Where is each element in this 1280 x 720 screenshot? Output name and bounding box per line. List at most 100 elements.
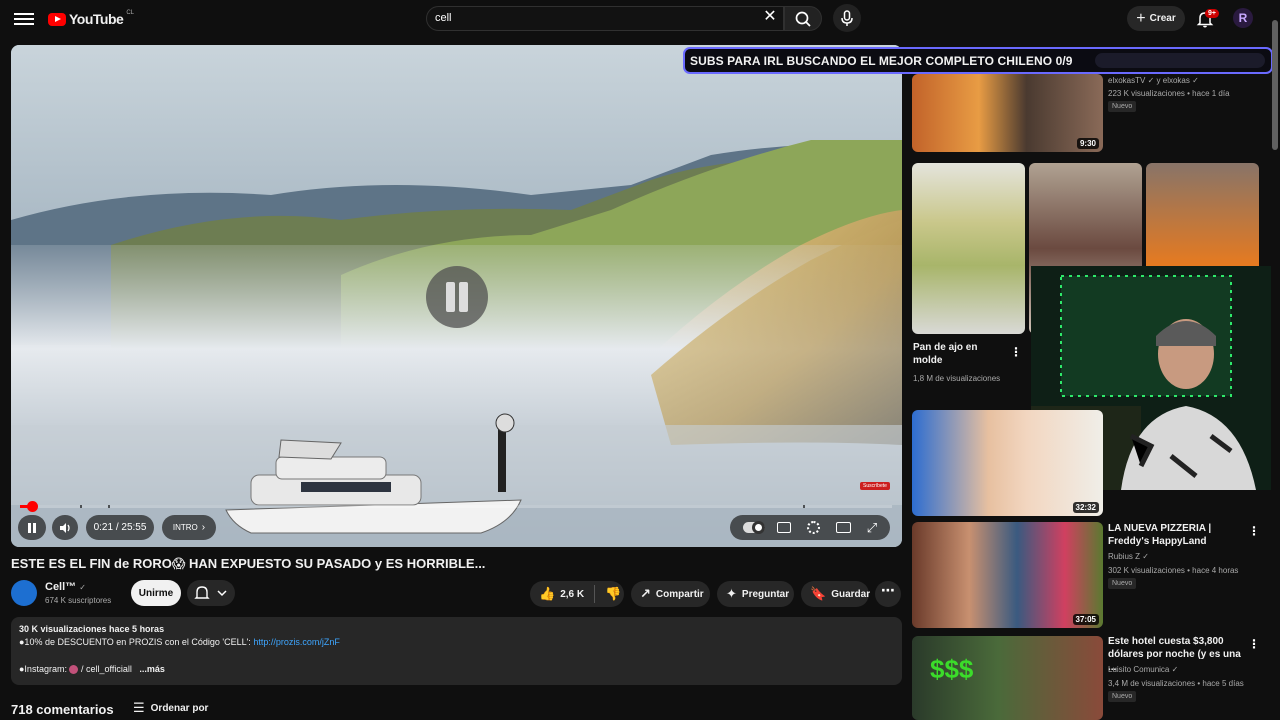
create-button[interactable]: + Crear [1127,6,1185,31]
ask-label: Preguntar [741,588,790,600]
description-box[interactable]: 30 K visualizaciones hace 5 horas ●10% d… [11,617,902,685]
sort-comments-button[interactable]: ☰ Ordenar por [133,700,208,716]
more-actions-button[interactable]: ⋯ [875,581,901,607]
time-text: 0:21 / 25:55 [93,522,147,533]
chevron-right-icon: › [201,522,206,533]
plus-icon: + [1136,9,1146,27]
page-scrollbar[interactable] [1272,20,1278,150]
pause-overlay-button[interactable] [426,266,488,328]
recommended-channel[interactable]: elxokasTV ✓ y elxokas ✓ [1108,74,1199,87]
chapter-marker [80,505,82,508]
create-label: Crear [1149,13,1176,24]
bookmark-icon: 🔖 [810,586,827,601]
view-stats: 30 K visualizaciones hace 5 horas [19,624,165,634]
comments-count: 718 comentarios [11,702,114,717]
instagram-handle[interactable]: / cell_officiall [81,664,132,674]
top-bar: YouTube CL ✕ + Crear 9+ R [0,0,1280,38]
thumbs-down-icon[interactable]: 👎 [605,586,621,602]
instagram-line: ●Instagram: / cell_officiall ...más [19,664,165,675]
recommended-channel[interactable]: Luisito Comunica ✓ [1108,663,1178,676]
share-label: Compartir [655,588,704,600]
recommended-title[interactable]: LA NUEVA PIZZERIA | Freddy's HappyLand [1108,522,1243,548]
search-box [426,6,784,31]
progress-knob[interactable] [26,501,38,512]
stream-subs-banner: SUBS PARA IRL BUSCANDO EL MEJOR COMPLETO… [683,47,1273,74]
recommended-thumbnail[interactable]: 37:05 [912,522,1103,628]
theater-mode-icon[interactable] [835,522,851,533]
channel-avatar[interactable] [11,580,37,606]
search-input[interactable] [435,12,735,24]
subscriber-count: 674 K suscriptores [45,596,112,605]
voice-search-button[interactable] [833,4,861,32]
save-button[interactable]: 🔖 Guardar [801,581,871,607]
more-vertical-icon[interactable]: ⋮ [1010,345,1022,359]
join-button[interactable]: Unirme [131,580,181,606]
like-count[interactable]: 2,6 K [560,589,584,600]
sort-icon: ☰ [133,700,145,715]
recommended-thumbnail[interactable]: $$$ [912,636,1103,720]
search-icon [795,11,811,27]
right-controls: ⤢ [730,515,890,540]
chapter-marker [108,505,110,508]
new-badge: Nuevo [1108,101,1137,112]
thumbnail-overlay-text: $$$ [930,654,974,684]
recommended-thumbnail[interactable]: 9:30 [912,74,1103,152]
new-badge: Nuevo [1108,578,1137,589]
time-display: 0:21 / 25:55 [86,515,154,540]
show-more-link[interactable]: ...más [139,664,165,674]
volume-button[interactable] [52,515,78,540]
search-button[interactable] [784,6,822,31]
chapter-button[interactable]: INTRO › [162,515,216,540]
subscribe-watermark[interactable]: Suscríbete [860,482,890,490]
recommended-channel[interactable]: Rubius Z ✓ [1108,550,1149,563]
ask-button[interactable]: ✦ Preguntar [717,581,794,607]
more-vertical-icon[interactable]: ⋮ [1248,524,1260,538]
share-icon: ↗ [640,586,651,601]
recommended-thumbnail[interactable]: 32:32 [912,410,1103,516]
thumbs-up-icon[interactable]: 👍 [539,586,555,602]
youtube-logo[interactable]: YouTube CL [48,10,134,27]
video-player[interactable]: Suscríbete 0:21 / 25:55 INTRO › ⤢ [11,45,902,547]
close-icon[interactable]: ✕ [763,9,777,25]
like-dislike-group: 👍 2,6 K 👎 [530,581,624,607]
settings-icon[interactable] [806,521,820,534]
share-button[interactable]: ↗ Compartir [631,581,710,607]
recommended-meta: 3,4 M de visualizaciones • hace 5 días [1108,679,1244,688]
volume-icon [60,522,70,533]
account-avatar[interactable]: R [1233,8,1253,28]
chapter-label: INTRO [172,523,198,532]
pause-button[interactable] [18,515,46,540]
logo-text: YouTube [69,11,124,27]
recommended-meta: 302 K visualizaciones • hace 4 horas [1108,566,1239,575]
short-thumbnail[interactable] [912,163,1025,334]
stream-goal-bar [1095,53,1265,68]
sort-label: Ordenar por [150,702,209,714]
sparkle-icon: ✦ [726,586,737,601]
video-title: ESTE ES EL FIN de RORO😱 HAN EXPUESTO SU … [11,556,486,571]
short-title[interactable]: Pan de ajo en molde [913,341,1003,367]
fullscreen-icon[interactable]: ⤢ [867,520,877,536]
duration-badge: 9:30 [1076,138,1099,149]
duration-badge: 32:32 [1072,502,1099,513]
country-code: CL [126,10,134,16]
new-badge: Nuevo [1108,691,1137,702]
microphone-icon [841,10,853,26]
menu-icon[interactable] [14,10,34,28]
captions-icon[interactable] [776,522,791,533]
more-vertical-icon[interactable]: ⋮ [1248,637,1260,651]
duration-badge: 37:05 [1072,614,1099,625]
save-label: Guardar [831,588,871,600]
recommended-meta: 223 K visualizaciones • hace 1 día [1108,89,1230,98]
progress-bar[interactable] [20,501,892,512]
subscription-bell-button[interactable] [187,580,235,606]
divider [594,585,596,603]
autoplay-toggle-icon[interactable] [742,521,765,534]
pause-icon [28,522,36,533]
notification-count-badge: 9+ [1205,9,1219,18]
chapter-marker [803,505,805,508]
promo-link[interactable]: http://prozis.com/jZnF [253,637,340,647]
short-views: 1,8 M de visualizaciones [913,374,1001,383]
bell-icon [194,586,227,599]
instagram-icon [69,665,79,675]
channel-name[interactable]: Cell™ ✓ [45,581,86,593]
